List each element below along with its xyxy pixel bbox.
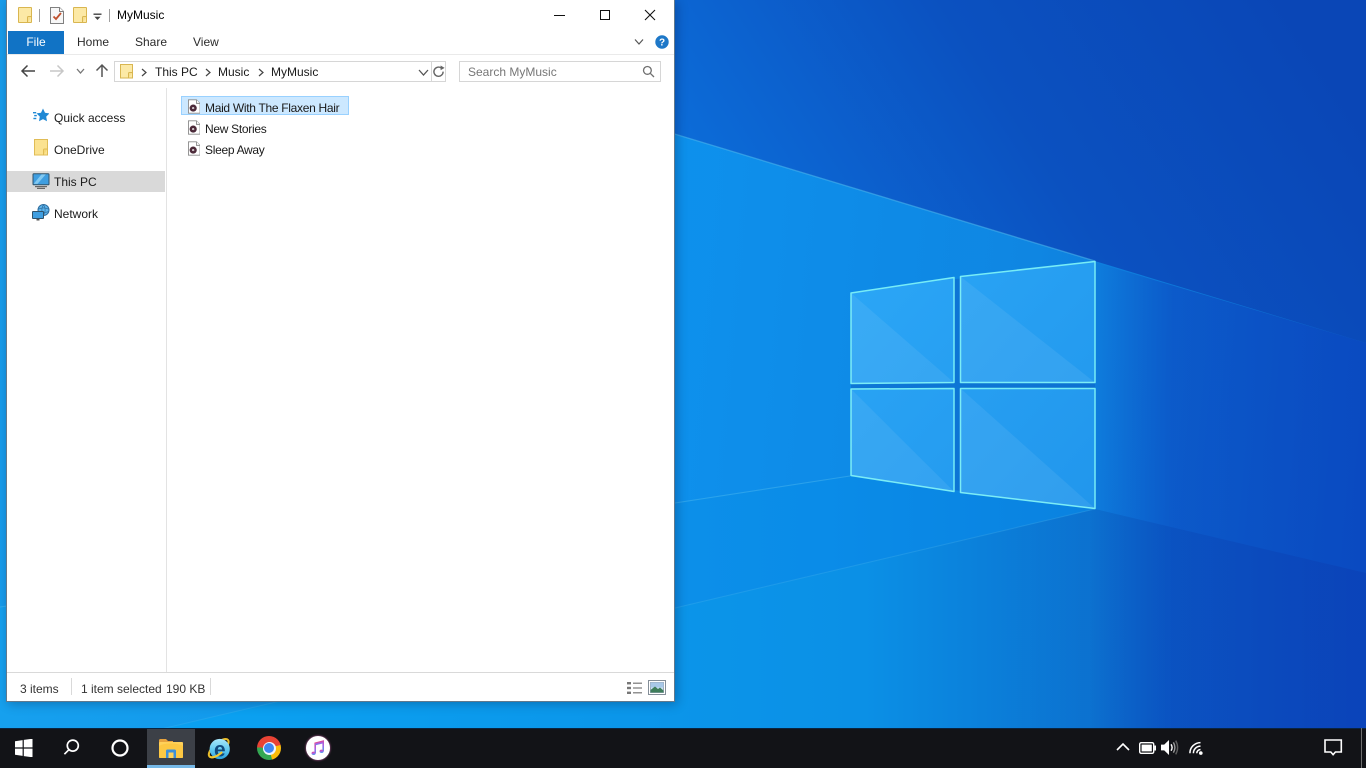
svg-text:e: e xyxy=(214,738,226,761)
svg-text:?: ? xyxy=(659,38,665,49)
